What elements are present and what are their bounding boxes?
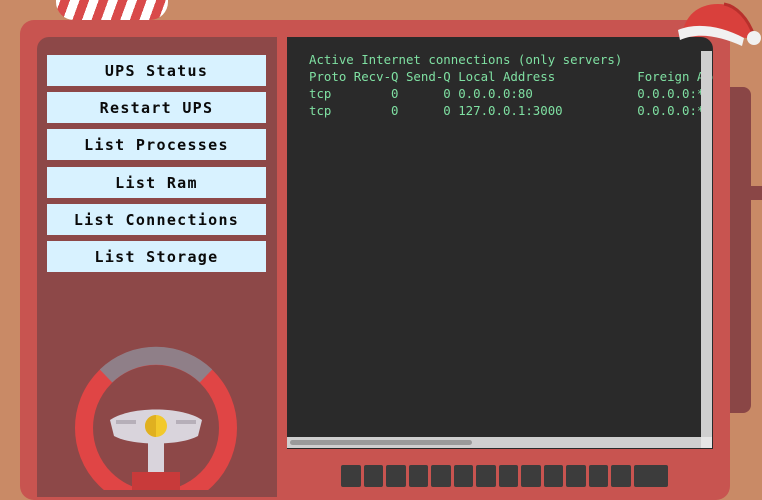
key [633, 465, 668, 487]
side-connector [748, 186, 762, 200]
horizontal-scroll-thumb[interactable] [290, 440, 472, 445]
key [453, 465, 473, 487]
candy-cane-icon [56, 0, 168, 20]
restart-ups-button[interactable]: Restart UPS [47, 92, 266, 123]
list-connections-button[interactable]: List Connections [47, 204, 266, 235]
key [543, 465, 563, 487]
key [408, 465, 428, 487]
key [521, 465, 541, 487]
side-handle [728, 87, 751, 413]
key [386, 465, 406, 487]
list-processes-button[interactable]: List Processes [47, 129, 266, 160]
key [476, 465, 496, 487]
key [363, 465, 383, 487]
list-ram-button[interactable]: List Ram [47, 167, 266, 198]
santa-hat-icon [678, 2, 761, 46]
terminal-output[interactable]: Active Internet connections (only server… [287, 37, 713, 449]
key [566, 465, 586, 487]
vertical-scrollbar[interactable] [701, 51, 712, 438]
key [498, 465, 518, 487]
steering-wheel-icon [75, 346, 237, 490]
key [431, 465, 451, 487]
key [611, 465, 631, 487]
key [588, 465, 608, 487]
list-storage-button[interactable]: List Storage [47, 241, 266, 272]
key [341, 465, 361, 487]
terminal-text: Active Internet connections (only server… [309, 52, 713, 118]
horizontal-scrollbar[interactable] [287, 437, 701, 448]
ups-status-button[interactable]: UPS Status [47, 55, 266, 86]
scrollbar-corner [701, 437, 712, 448]
keyboard [341, 465, 671, 490]
